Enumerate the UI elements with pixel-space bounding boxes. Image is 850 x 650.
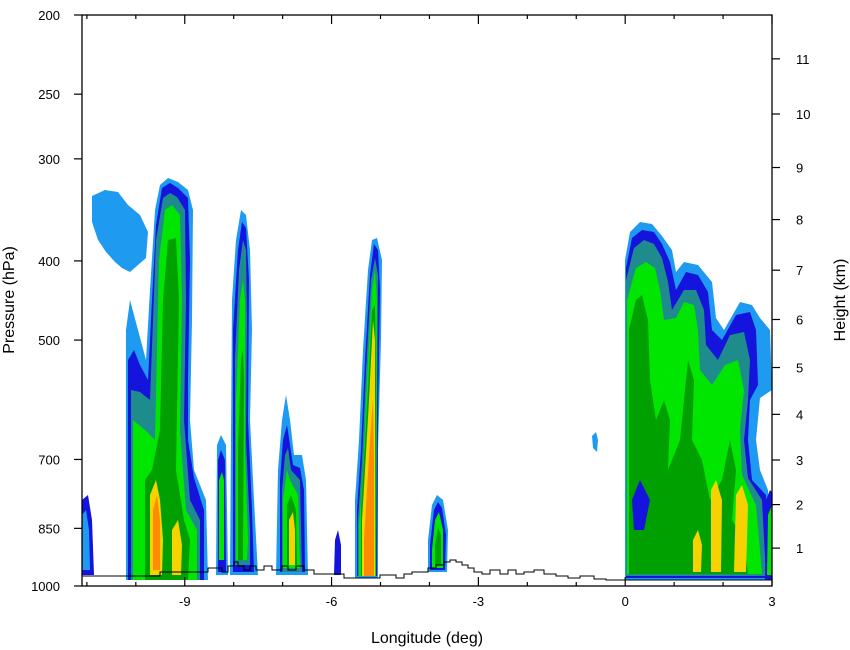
height-tick-label: 8 — [796, 213, 803, 228]
pressure-tick-label: 850 — [38, 521, 60, 536]
filled-contours — [82, 178, 772, 581]
pressure-tick-label: 400 — [38, 254, 60, 269]
x-tick-label: 3 — [768, 594, 775, 609]
pressure-tick-label: 250 — [38, 87, 60, 102]
x-tick-label: 0 — [622, 594, 629, 609]
contour-blip-1 — [334, 530, 341, 575]
x-axis-title: Longitude (deg) — [371, 630, 483, 647]
x-tick-label: -6 — [326, 594, 338, 609]
x-tick-label: -3 — [473, 594, 485, 609]
y-axis-height: 1 2 3 4 5 6 7 8 9 10 11 — [772, 52, 810, 556]
chart: -9 -6 -3 0 3 200 250 300 400 500 700 850 1000 1 2 3 4 5… — [0, 0, 850, 650]
contour-blip-2 — [592, 432, 598, 452]
contour-column-small — [428, 495, 448, 572]
height-tick-label: 7 — [796, 263, 803, 278]
pressure-tick-label: 500 — [38, 333, 60, 348]
contour-column-thin-2 — [230, 210, 258, 575]
height-tick-label: 10 — [796, 107, 810, 122]
contour-level-4 — [767, 505, 772, 575]
contour-column-thin-1 — [216, 435, 228, 575]
contour-strip-east-edge — [765, 490, 772, 580]
contour-region-west-upper — [92, 190, 148, 272]
height-tick-label: 9 — [796, 161, 803, 176]
x-tick-label: -9 — [179, 594, 191, 609]
height-tick-label: 5 — [796, 361, 803, 376]
height-tick-label: 11 — [796, 52, 810, 67]
contour-level-4 — [219, 472, 224, 560]
cross-section-plot: -9 -6 -3 0 3 200 250 300 400 500 700 850 1000 1 2 3 4 5… — [1, 8, 849, 647]
height-tick-label: 2 — [796, 498, 803, 513]
contour-strip-west-edge — [82, 495, 94, 575]
height-tick-label: 6 — [796, 312, 803, 327]
y-axis-left-title: Pressure (hPa) — [1, 246, 18, 354]
height-tick-label: 4 — [796, 407, 803, 422]
y-axis-pressure: 200 250 300 400 500 700 850 1000 — [31, 8, 82, 594]
contour-column-thin-3 — [276, 395, 308, 575]
contour-column-tall — [355, 238, 382, 578]
height-tick-label: 3 — [796, 453, 803, 468]
pressure-tick-label: 700 — [38, 452, 60, 467]
contour-block-east — [625, 222, 772, 580]
pressure-tick-label: 200 — [38, 8, 60, 23]
height-tick-label: 1 — [796, 541, 803, 556]
pressure-tick-label: 300 — [38, 152, 60, 167]
pressure-tick-label: 1000 — [31, 579, 60, 594]
contour-level-6b — [734, 485, 748, 572]
y-axis-right-title: Height (km) — [832, 259, 849, 342]
